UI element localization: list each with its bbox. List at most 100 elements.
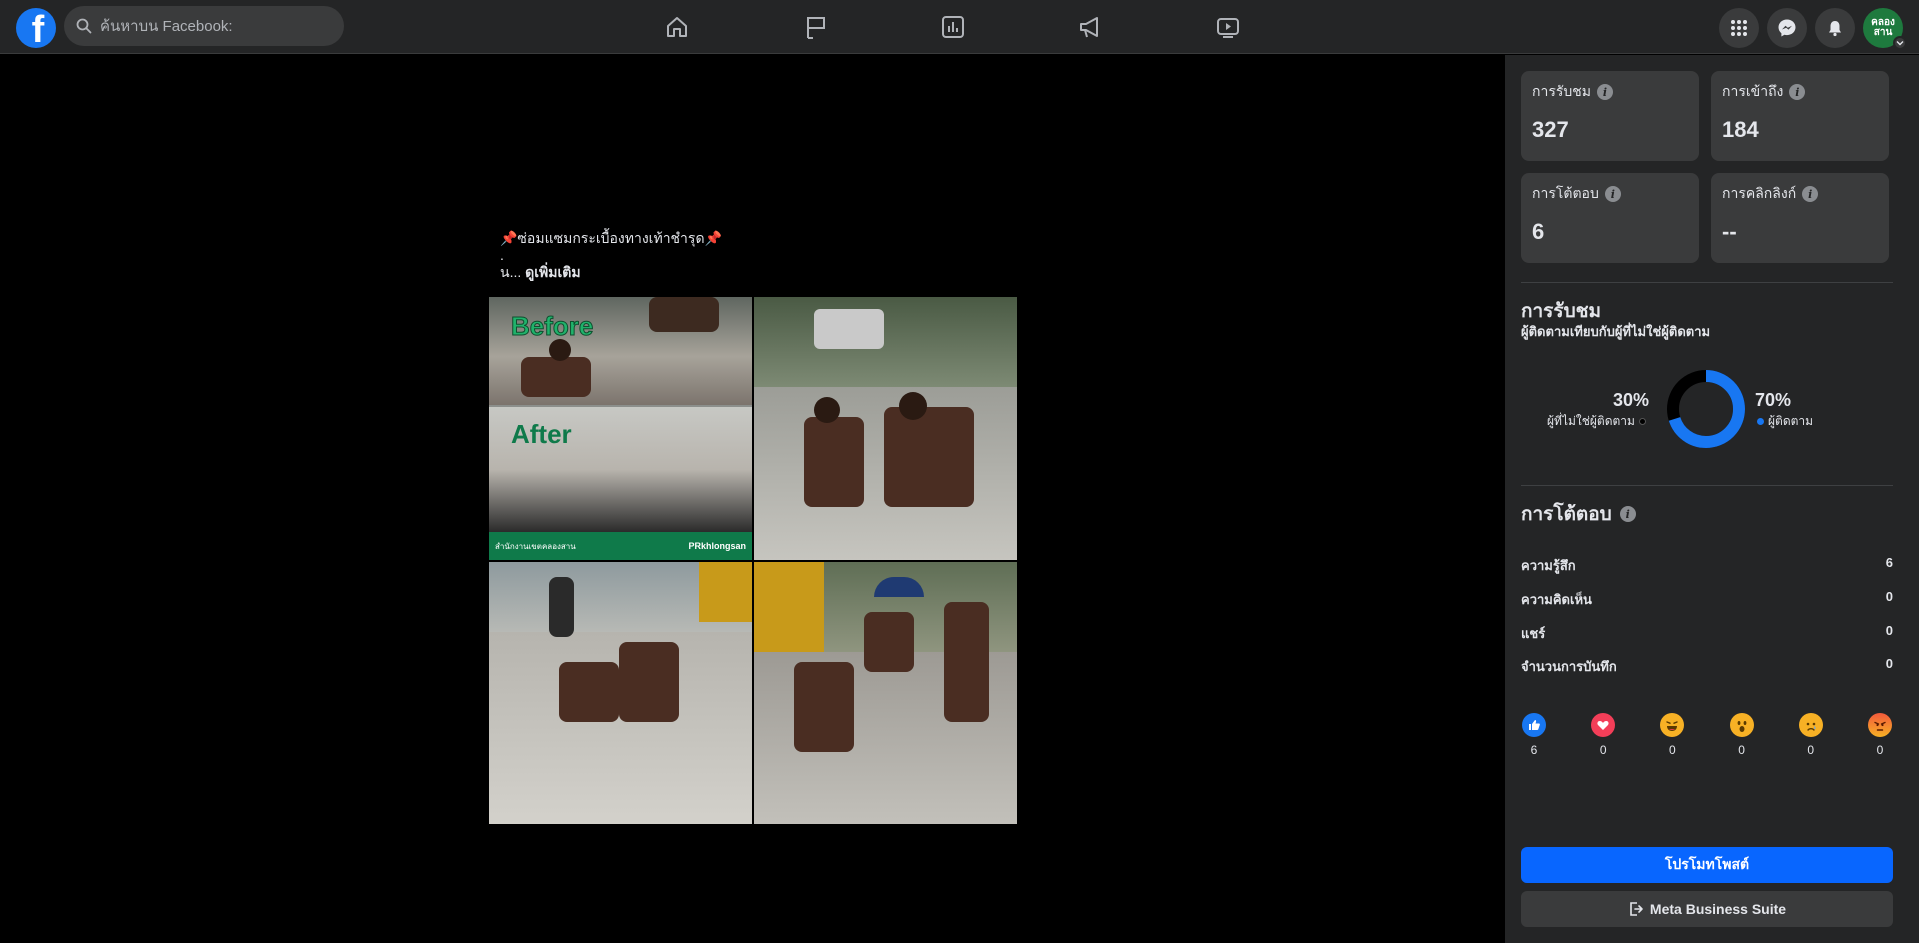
nav-pages[interactable] <box>786 0 846 54</box>
street-background <box>754 297 1017 387</box>
truck-shape <box>754 562 824 652</box>
row-label: ความคิดเห็น <box>1521 592 1592 607</box>
stat-reach-label: การเข้าถึง <box>1722 83 1784 99</box>
grid-menu-icon <box>1731 20 1747 36</box>
worker-figure <box>804 417 864 507</box>
followers-label: ผู้ติดตาม <box>1768 414 1814 428</box>
menu-button[interactable] <box>1719 8 1759 48</box>
worker-figure <box>794 662 854 752</box>
promote-post-button[interactable]: โปรโมทโพสต์ <box>1521 847 1893 883</box>
row-value: 6 <box>1885 555 1893 570</box>
angry-icon <box>1867 713 1892 737</box>
business-suite-label: Meta Business Suite <box>1649 901 1787 917</box>
non-followers-dot <box>1638 418 1646 425</box>
caption-prefix: น... <box>500 264 526 280</box>
reaction-count: 0 <box>1876 743 1884 757</box>
search-input[interactable] <box>100 17 320 35</box>
non-followers-percent: 30% <box>1613 390 1650 410</box>
stat-link-clicks-value: -- <box>1722 219 1737 244</box>
video-icon <box>1217 18 1239 38</box>
post-photo-grid[interactable]: Before After สำนักงานเขตคลองสาน PRkhlong… <box>489 297 1017 824</box>
interactions-section-title: การโต้ตอบ i <box>1521 499 1636 529</box>
reactions-breakdown: 6 0 0 0 0 0 <box>1521 713 1893 757</box>
info-icon[interactable]: i <box>1619 506 1636 522</box>
chevron-down-icon[interactable] <box>1893 36 1907 50</box>
stat-views-label: การรับชม <box>1532 83 1591 99</box>
row-label: ความรู้สึก <box>1521 558 1576 573</box>
love-icon <box>1591 713 1616 737</box>
reaction-count: 0 <box>1807 743 1815 757</box>
worker-figure <box>619 642 679 722</box>
nav-video[interactable] <box>1198 0 1258 54</box>
stat-label: การโต้ตอบ i <box>1532 183 1688 205</box>
reaction-count: 6 <box>1530 743 1538 757</box>
reaction-count: 0 <box>1738 743 1745 757</box>
interaction-row: ความรู้สึก 6 <box>1521 555 1893 576</box>
info-icon[interactable]: i <box>1789 84 1806 100</box>
interaction-row: จำนวนการบันทึก 0 <box>1521 656 1893 677</box>
followers-donut-chart <box>1667 370 1745 448</box>
caption-line-2: . <box>500 247 504 263</box>
after-label: After <box>511 419 572 449</box>
stat-views-value: 327 <box>1532 117 1569 142</box>
worker-figure <box>864 612 914 672</box>
banner-left-text: สำนักงานเขตคลองสาน <box>495 541 576 551</box>
bell-icon <box>1829 21 1841 37</box>
photo-workers-group[interactable] <box>754 562 1017 824</box>
row-value: 0 <box>1885 656 1893 671</box>
reaction-sad: 0 <box>1798 713 1824 757</box>
followers-percent: 70% <box>1755 390 1792 410</box>
stat-link-clicks: การคลิกลิงก์ i -- <box>1711 173 1889 263</box>
worker-head <box>899 392 927 420</box>
nav-ads[interactable] <box>1060 0 1120 54</box>
search-box[interactable] <box>64 6 344 46</box>
info-icon[interactable]: i <box>1802 186 1819 202</box>
row-label: จำนวนการบันทึก <box>1521 659 1617 674</box>
megaphone-icon <box>1080 17 1098 38</box>
reaction-like: 6 <box>1521 713 1547 757</box>
interaction-row: แชร์ 0 <box>1521 623 1893 644</box>
views-section-subtitle: ผู้ติดตามเทียบกับผู้ที่ไม่ใช่ผู้ติดตาม <box>1521 324 1711 339</box>
info-icon[interactable]: i <box>1604 186 1621 202</box>
see-more-link[interactable]: ดูเพิ่มเติม <box>525 264 580 280</box>
interactions-title: การโต้ตอบ <box>1521 504 1612 525</box>
meta-business-suite-button[interactable]: Meta Business Suite <box>1521 891 1893 927</box>
insights-panel: การรับชม i 327 การเข้าถึง i 184 การโต้ตอบ i… <box>1505 55 1919 943</box>
pedestrian-figure <box>549 577 574 637</box>
car-shape <box>814 309 884 349</box>
messenger-icon <box>1778 19 1796 37</box>
haha-icon <box>1660 713 1685 737</box>
worker-figure <box>521 357 591 397</box>
sad-icon <box>1798 713 1823 737</box>
worker-head <box>549 339 571 361</box>
donut-svg <box>1667 370 1745 448</box>
row-value: 0 <box>1885 589 1893 604</box>
caption-line-3: น... ดูเพิ่มเติม <box>500 262 1020 282</box>
stat-label: การเข้าถึง i <box>1722 81 1878 103</box>
nav-insights[interactable] <box>923 0 983 54</box>
photo-before-after[interactable]: Before After สำนักงานเขตคลองสาน PRkhlong… <box>489 297 752 560</box>
stat-views: การรับชม i 327 <box>1521 71 1699 161</box>
stat-label: การรับชม i <box>1532 81 1688 103</box>
messenger-button[interactable] <box>1767 8 1807 48</box>
info-icon[interactable]: i <box>1597 84 1613 100</box>
home-icon <box>667 17 687 37</box>
nav-home[interactable] <box>647 0 707 54</box>
reaction-love: 0 <box>1590 713 1616 757</box>
avatar[interactable]: คลอง สาน <box>1863 8 1907 50</box>
insights-icon <box>942 16 964 38</box>
notifications-button[interactable] <box>1815 8 1855 48</box>
reaction-wow: 0 <box>1729 713 1755 757</box>
stat-link-clicks-label: การคลิกลิงก์ <box>1722 185 1797 201</box>
non-followers-label-wrap: ผู้ที่ไม่ใช่ผู้ติดตาม <box>1547 412 1646 431</box>
facebook-logo[interactable]: f <box>16 8 56 48</box>
worker-head <box>814 397 840 423</box>
reaction-count: 0 <box>1669 743 1676 757</box>
top-navigation-bar: f คลอง สาน <box>0 0 1919 54</box>
non-followers-label: ผู้ที่ไม่ใช่ผู้ติดตาม <box>1547 414 1635 428</box>
photo-workers-repair[interactable] <box>489 562 752 824</box>
truck-shape <box>699 562 752 622</box>
photo-workers-street[interactable] <box>754 297 1017 560</box>
worker-figure <box>559 662 619 722</box>
reaction-count: 0 <box>1599 743 1607 757</box>
